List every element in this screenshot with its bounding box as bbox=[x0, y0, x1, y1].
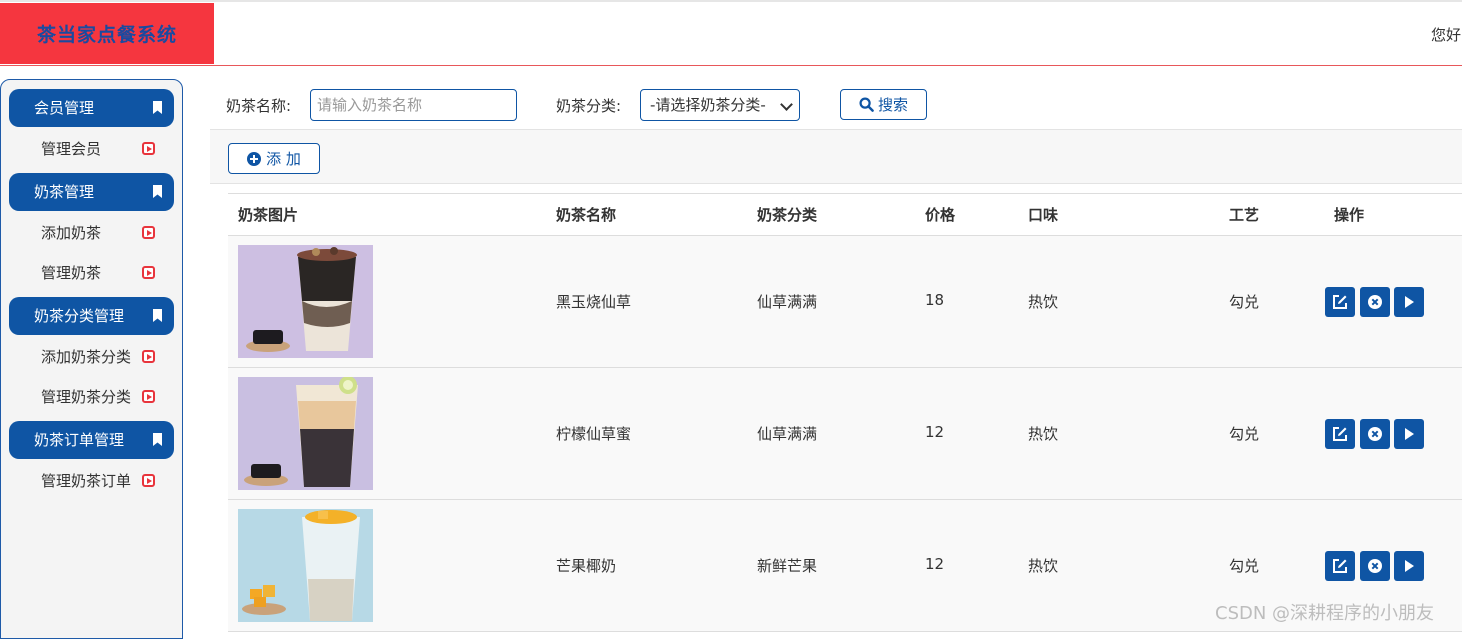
cell-category: 仙草满满 bbox=[757, 293, 818, 311]
cell-price: 12 bbox=[925, 555, 945, 573]
app-title: 茶当家点餐系统 bbox=[36, 24, 177, 46]
bookmark-icon bbox=[153, 101, 162, 114]
table-row: 柠檬仙草蜜 仙草满满 12 热饮 勾兑 bbox=[228, 368, 1462, 500]
sidebar-group-label: 奶茶订单管理 bbox=[34, 431, 125, 449]
table-row: 黑玉烧仙草 仙草满满 18 热饮 勾兑 bbox=[228, 236, 1462, 368]
sidebar-item-label: 管理奶茶分类 bbox=[41, 388, 132, 406]
add-button[interactable]: 添 加 bbox=[228, 143, 320, 174]
sidebar-item-manage-orders[interactable]: 管理奶茶订单 bbox=[41, 470, 171, 492]
sidebar-item-label: 管理奶茶 bbox=[41, 264, 102, 282]
sidebar-group-label: 奶茶分类管理 bbox=[34, 307, 125, 325]
play-square-icon bbox=[142, 474, 155, 487]
close-circle-icon bbox=[1368, 427, 1382, 441]
plus-circle-icon bbox=[247, 151, 262, 166]
search-icon bbox=[859, 97, 874, 112]
sidebar-item-label: 添加奶茶分类 bbox=[41, 348, 132, 366]
col-header-image: 奶茶图片 bbox=[238, 206, 299, 224]
sidebar-group-milktea[interactable]: 奶茶管理 bbox=[9, 173, 174, 211]
sidebar-group-orders[interactable]: 奶茶订单管理 bbox=[9, 421, 174, 459]
close-circle-icon bbox=[1368, 559, 1382, 573]
sidebar-group-member[interactable]: 会员管理 bbox=[9, 89, 174, 127]
bookmark-icon bbox=[153, 433, 162, 446]
milktea-image bbox=[238, 245, 373, 358]
cell-category: 新鲜芒果 bbox=[757, 557, 818, 575]
detail-button[interactable] bbox=[1394, 287, 1424, 317]
sidebar-item-add-milktea[interactable]: 添加奶茶 bbox=[41, 222, 171, 244]
sidebar-item-manage-milktea[interactable]: 管理奶茶 bbox=[41, 262, 171, 284]
sidebar-group-label: 会员管理 bbox=[34, 99, 95, 117]
play-square-icon bbox=[142, 142, 155, 155]
cell-taste: 热饮 bbox=[1028, 425, 1059, 443]
search-button[interactable]: 搜索 bbox=[840, 89, 927, 120]
cell-price: 12 bbox=[925, 423, 945, 441]
edit-icon bbox=[1333, 559, 1347, 573]
table-header: 奶茶图片 奶茶名称 奶茶分类 价格 口味 工艺 操作 bbox=[228, 193, 1462, 236]
edit-button[interactable] bbox=[1325, 287, 1355, 317]
sidebar-item-manage-members[interactable]: 管理会员 bbox=[41, 138, 171, 160]
edit-icon bbox=[1333, 427, 1347, 441]
delete-button[interactable] bbox=[1360, 287, 1390, 317]
sidebar-item-label: 管理会员 bbox=[41, 140, 102, 158]
cell-category: 仙草满满 bbox=[757, 425, 818, 443]
app-logo: 茶当家点餐系统 bbox=[0, 3, 214, 64]
delete-button[interactable] bbox=[1360, 419, 1390, 449]
cell-name: 芒果椰奶 bbox=[556, 557, 617, 575]
play-icon bbox=[1405, 560, 1414, 572]
top-header: 茶当家点餐系统 您好 bbox=[0, 0, 1462, 66]
action-toolbar bbox=[210, 129, 1462, 184]
milktea-table: 奶茶图片 奶茶名称 奶茶分类 价格 口味 工艺 操作 黑玉烧仙草 仙草满满 18… bbox=[228, 193, 1462, 632]
add-button-label: 添 加 bbox=[266, 150, 301, 168]
detail-button[interactable] bbox=[1394, 551, 1424, 581]
detail-button[interactable] bbox=[1394, 419, 1424, 449]
sidebar-item-label: 管理奶茶订单 bbox=[41, 472, 132, 490]
category-select[interactable]: -请选择奶茶分类- bbox=[640, 89, 800, 121]
edit-button[interactable] bbox=[1325, 551, 1355, 581]
watermark: CSDN @深耕程序的小朋友 bbox=[1215, 603, 1435, 624]
col-header-name: 奶茶名称 bbox=[556, 206, 617, 224]
sidebar-item-manage-category[interactable]: 管理奶茶分类 bbox=[41, 386, 171, 408]
cell-taste: 热饮 bbox=[1028, 293, 1059, 311]
top-divider bbox=[0, 0, 1462, 2]
play-icon bbox=[1405, 296, 1414, 308]
delete-button[interactable] bbox=[1360, 551, 1390, 581]
cell-craft: 勾兑 bbox=[1229, 293, 1260, 311]
cell-name: 黑玉烧仙草 bbox=[556, 293, 632, 311]
cell-price: 18 bbox=[925, 291, 945, 309]
close-circle-icon bbox=[1368, 295, 1382, 309]
user-greeting: 您好 bbox=[1431, 26, 1462, 44]
sidebar-group-category[interactable]: 奶茶分类管理 bbox=[9, 297, 174, 335]
col-header-actions: 操作 bbox=[1334, 206, 1365, 224]
cell-craft: 勾兑 bbox=[1229, 425, 1260, 443]
sidebar-item-add-category[interactable]: 添加奶茶分类 bbox=[41, 346, 171, 368]
category-filter-label: 奶茶分类: bbox=[556, 97, 622, 115]
edit-icon bbox=[1333, 295, 1347, 309]
col-header-category: 奶茶分类 bbox=[757, 206, 818, 224]
name-filter-label: 奶茶名称: bbox=[226, 97, 292, 115]
chevron-down-icon bbox=[780, 98, 793, 111]
play-square-icon bbox=[142, 350, 155, 363]
play-square-icon bbox=[142, 226, 155, 239]
play-icon bbox=[1405, 428, 1414, 440]
search-button-label: 搜索 bbox=[877, 96, 908, 114]
col-header-taste: 口味 bbox=[1028, 206, 1059, 224]
milktea-image bbox=[238, 509, 373, 622]
col-header-craft: 工艺 bbox=[1229, 206, 1260, 224]
play-square-icon bbox=[142, 390, 155, 403]
bookmark-icon bbox=[153, 185, 162, 198]
bookmark-icon bbox=[153, 309, 162, 322]
play-square-icon bbox=[142, 266, 155, 279]
category-select-value: -请选择奶茶分类- bbox=[650, 96, 766, 114]
cell-taste: 热饮 bbox=[1028, 557, 1059, 575]
sidebar-item-label: 添加奶茶 bbox=[41, 224, 102, 242]
milktea-name-input[interactable] bbox=[310, 89, 517, 121]
cell-craft: 勾兑 bbox=[1229, 557, 1260, 575]
milktea-image bbox=[238, 377, 373, 490]
edit-button[interactable] bbox=[1325, 419, 1355, 449]
col-header-price: 价格 bbox=[925, 206, 956, 224]
cell-name: 柠檬仙草蜜 bbox=[556, 425, 632, 443]
sidebar-group-label: 奶茶管理 bbox=[34, 183, 95, 201]
